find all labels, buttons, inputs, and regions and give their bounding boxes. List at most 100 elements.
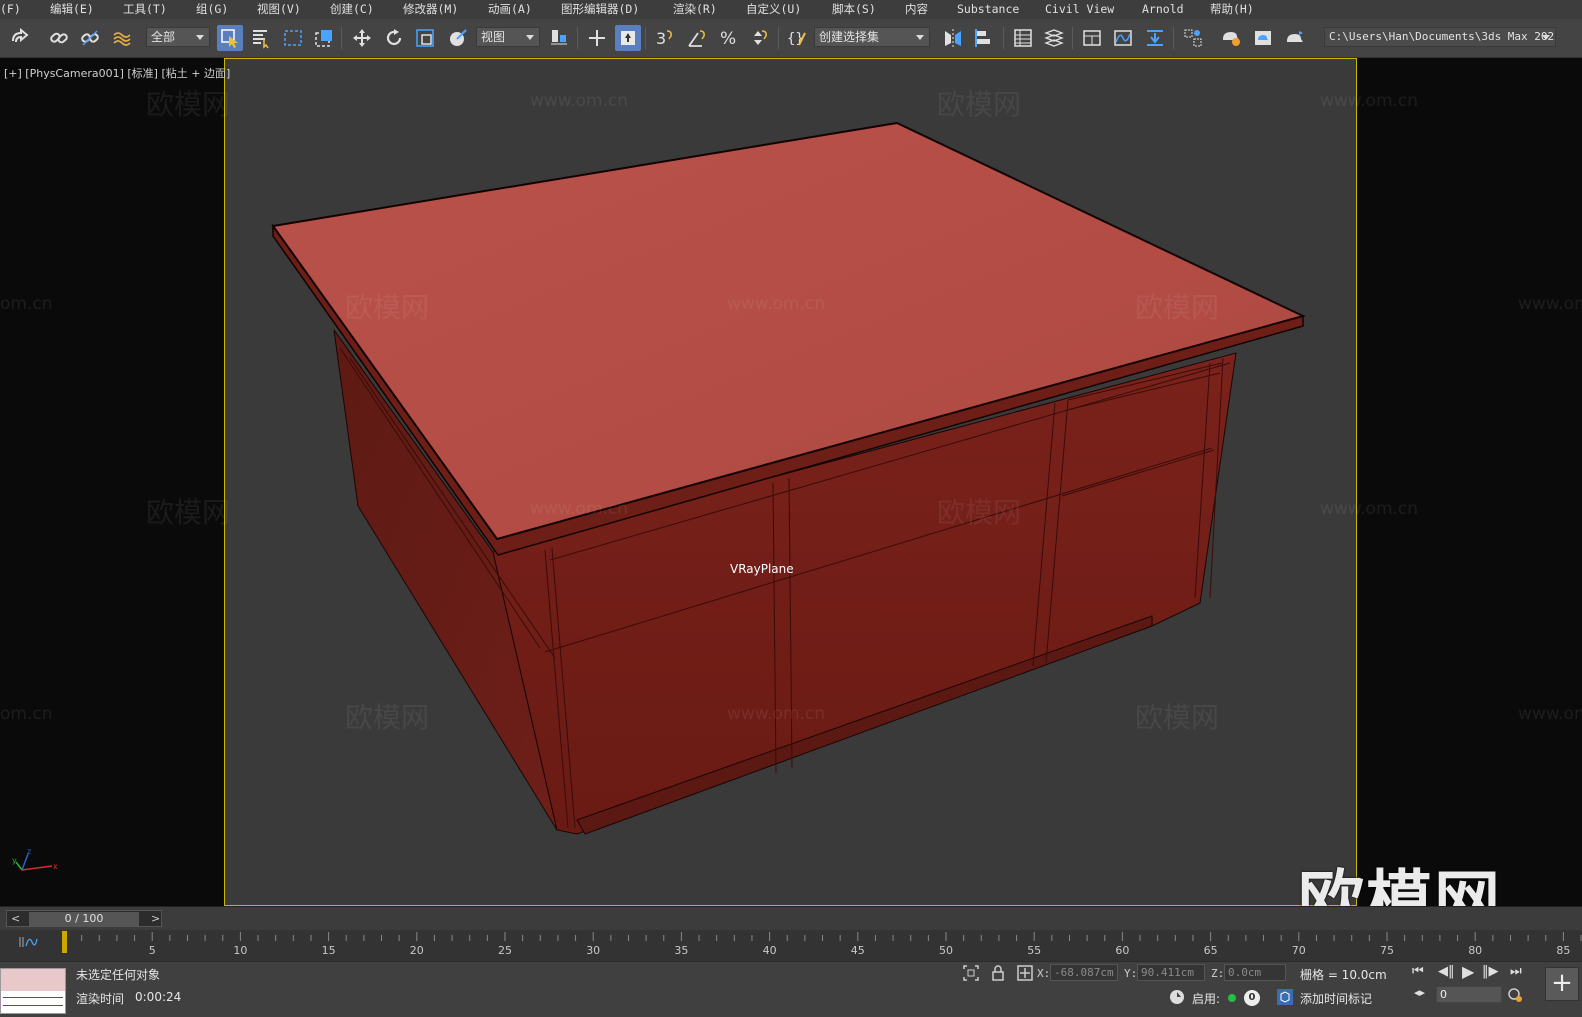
menu-item[interactable]: 组(G) (196, 0, 228, 19)
menu-item[interactable]: 修改器(M) (403, 0, 458, 19)
x-coord-label: X: (1037, 967, 1051, 980)
menu-item[interactable]: 渲染(R) (673, 0, 717, 19)
y-coord-field[interactable]: 90.411cm (1137, 964, 1205, 981)
time-configuration-icon[interactable] (1506, 986, 1524, 1004)
lock-selection-icon[interactable] (989, 964, 1007, 982)
menu-item[interactable]: Civil View (1045, 0, 1114, 19)
viewport-label[interactable]: [+] [PhysCamera001] [标准] [粘土 + 边面] (4, 65, 230, 81)
watermark-url: www.om.cn (1518, 704, 1582, 724)
scene-explorer-icon[interactable] (1010, 25, 1036, 51)
bind-space-warp-icon[interactable] (109, 25, 135, 51)
menu-item[interactable]: 动画(A) (488, 0, 532, 19)
previous-frame-icon[interactable]: ◀‖ (1438, 964, 1455, 979)
go-to-start-icon[interactable]: ⏮ (1412, 964, 1424, 979)
time-slider-next-button[interactable]: > (151, 912, 160, 925)
viewport[interactable]: 欧模网 www.om.cn 欧模网 www.om.cn om.cn 欧模网 ww… (0, 58, 1582, 940)
track-bar[interactable]: 5 10 15 20 25 30 35 40 45 50 55 60 65 70 75 80 85 (0, 930, 1582, 961)
absolute-mode-transform-icon[interactable] (1016, 964, 1034, 982)
menu-item[interactable]: 编辑(E) (50, 0, 94, 19)
time-slider-prev-button[interactable]: < (11, 912, 20, 925)
pivot-center-icon[interactable] (546, 25, 572, 51)
link-icon[interactable] (46, 25, 72, 51)
frame-tick-label: 75 (1380, 944, 1394, 957)
rendered-frame-window-icon[interactable] (1250, 25, 1276, 51)
menu-item[interactable]: 帮助(H) (1210, 0, 1254, 19)
frame-ruler[interactable]: 5 10 15 20 25 30 35 40 45 50 55 60 65 70 75 80 85 (58, 930, 1582, 961)
menu-item[interactable]: (F) (0, 0, 21, 19)
named-selection-dropdown[interactable]: 创建选择集 (814, 27, 930, 47)
current-frame-field[interactable]: 0 (1436, 986, 1502, 1003)
svg-text:z: z (27, 848, 31, 856)
placement-icon[interactable] (444, 25, 470, 51)
layer-explorer-icon[interactable] (1041, 25, 1067, 51)
next-frame-icon[interactable]: ‖▶ (1482, 964, 1499, 979)
window-crossing-icon[interactable] (311, 25, 337, 51)
selection-filter-dropdown[interactable]: 全部 (146, 27, 210, 47)
time-slider[interactable]: < 0 / 100 > (0, 906, 1582, 930)
frame-tick-label: 15 (322, 944, 336, 957)
mirror-icon[interactable] (940, 25, 966, 51)
menu-item[interactable]: 脚本(S) (832, 0, 876, 19)
angle-snap-icon[interactable] (684, 25, 710, 51)
watermark-brand: 欧模网 (937, 88, 1022, 121)
select-object-button[interactable] (217, 25, 243, 51)
curve-editor-icon[interactable] (1110, 25, 1136, 51)
z-coord-field[interactable]: 0.0cm (1224, 964, 1286, 981)
render-setup-icon[interactable] (1218, 25, 1244, 51)
menu-item[interactable]: 视图(V) (257, 0, 301, 19)
go-to-end-icon[interactable]: ⏭ (1510, 964, 1522, 979)
rotate-icon[interactable] (381, 25, 407, 51)
menu-item[interactable]: 图形编辑器(D) (561, 0, 639, 19)
menu-item[interactable]: Substance (957, 0, 1019, 19)
frame-tick-label: 80 (1468, 944, 1482, 957)
y-coord-label: Y: (1124, 967, 1138, 980)
project-path-dropdown[interactable]: C:\Users\Han\Documents\3ds Max 2022 (1324, 27, 1556, 47)
move-icon[interactable] (349, 25, 375, 51)
menu-item[interactable]: 自定义(U) (746, 0, 801, 19)
unlink-icon[interactable] (77, 25, 103, 51)
play-icon[interactable]: ▶ (1462, 962, 1474, 981)
keyboard-shortcut-override-button[interactable] (615, 25, 641, 51)
redo-icon[interactable] (6, 25, 32, 51)
select-by-name-icon[interactable] (248, 25, 274, 51)
menu-item[interactable]: 创建(C) (330, 0, 374, 19)
watermark-url: om.cn (0, 704, 53, 724)
scale-icon[interactable] (412, 25, 438, 51)
align-icon[interactable] (971, 25, 997, 51)
rect-selection-region-icon[interactable] (280, 25, 306, 51)
time-slider-track[interactable]: < 0 / 100 > (6, 910, 162, 927)
select-manipulate-icon[interactable] (584, 25, 610, 51)
maxscript-mini-listener[interactable] (0, 968, 66, 1014)
percent-snap-icon[interactable]: % (716, 25, 742, 51)
menu-item[interactable]: 工具(T) (123, 0, 167, 19)
menu-item[interactable]: 内容 (905, 0, 928, 19)
render-production-icon[interactable] (1282, 25, 1308, 51)
mini-curve-editor-icon[interactable] (18, 935, 38, 952)
selection-status: 未选定任何对象 (76, 968, 161, 982)
svg-text:3: 3 (656, 29, 666, 48)
menu-item[interactable]: Arnold (1142, 0, 1184, 19)
frame-tick-label: 20 (410, 944, 424, 957)
axis-tripod-icon: x z y (12, 848, 58, 871)
snaps-toggle-icon[interactable]: 3 (651, 25, 677, 51)
material-editor-icon[interactable] (1180, 25, 1206, 51)
spinner-snap-icon[interactable] (746, 25, 772, 51)
time-slider-handle[interactable]: 0 / 100 (29, 912, 139, 926)
reference-coordinate-dropdown[interactable]: 视图 (476, 27, 540, 47)
main-toolbar: 全部 视图 3 % {} 创建选择集 C:\Users\Han\Document… (0, 19, 1582, 58)
frame-tick-label: 70 (1292, 944, 1306, 957)
add-time-tag-button[interactable]: 添加时间标记 (1300, 990, 1372, 1007)
key-mode-toggle-icon[interactable]: ◂▸ (1414, 986, 1425, 999)
cabinet-model[interactable] (0, 58, 1582, 906)
frame-tick-label: 30 (586, 944, 600, 957)
set-key-button[interactable]: + (1545, 967, 1579, 1001)
time-tag-icon[interactable] (1276, 988, 1294, 1006)
ribbon-toggle-icon[interactable] (1079, 25, 1105, 51)
enable-count-badge[interactable]: 0 (1244, 990, 1260, 1006)
watermark-url: www.om.cn (727, 704, 826, 724)
adaptive-degradation-icon[interactable] (1168, 988, 1186, 1006)
isolate-selection-icon[interactable] (962, 964, 980, 982)
x-coord-field[interactable]: -68.087cm (1050, 964, 1118, 981)
edit-named-selection-icon[interactable]: {} (784, 25, 810, 51)
schematic-view-icon[interactable] (1142, 25, 1168, 51)
